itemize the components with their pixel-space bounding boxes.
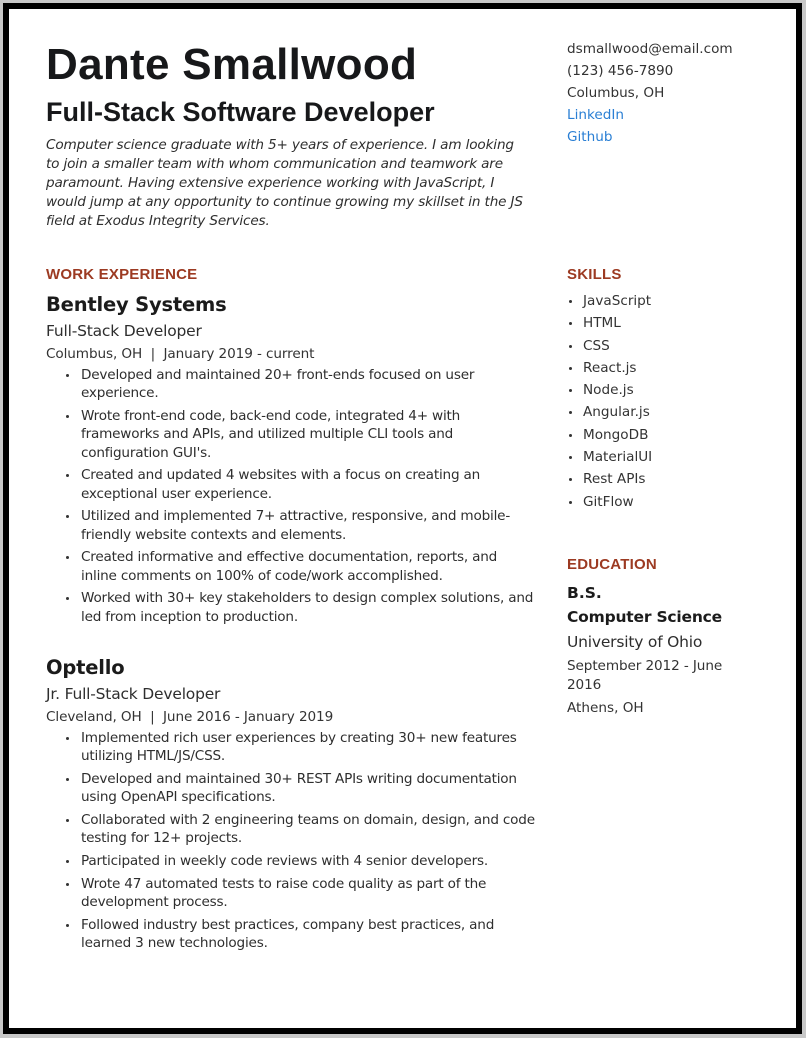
- job-bullets: Developed and maintained 20+ front-ends …: [46, 366, 536, 626]
- skill-item: Node.js: [567, 379, 652, 401]
- work-experience-heading: WORK EXPERIENCE: [46, 266, 198, 283]
- candidate-name: Dante Smallwood: [46, 40, 418, 89]
- contact-phone: (123) 456-7890: [567, 63, 674, 79]
- job-entry: Optello Jr. Full-Stack Developer Clevela…: [46, 654, 536, 957]
- job-bullet: Created informative and effective docume…: [46, 548, 536, 585]
- job-bullet: Developed and maintained 20+ front-ends …: [46, 366, 536, 403]
- degree: B.S.: [567, 584, 602, 602]
- education-dates: September 2012 - June 2016: [567, 658, 723, 693]
- job-bullet: Participated in weekly code reviews with…: [46, 852, 536, 870]
- summary: Computer science graduate with 5+ years …: [46, 137, 523, 229]
- skill-item: HTML: [567, 312, 652, 334]
- job-meta: Cleveland, OH | June 2016 - January 2019: [46, 706, 536, 728]
- job-role: Jr. Full-Stack Developer: [46, 685, 221, 703]
- job-bullet: Implemented rich user experiences by cre…: [46, 729, 536, 766]
- job-entry: Bentley Systems Full-Stack Developer Col…: [46, 291, 536, 630]
- job-bullet: Worked with 30+ key stakeholders to desi…: [46, 589, 536, 626]
- job-meta-text: Columbus, OH | January 2019 - current: [46, 346, 315, 362]
- skill-item: CSS: [567, 335, 652, 357]
- skill-item: GitFlow: [567, 491, 652, 513]
- job-meta-text: Cleveland, OH | June 2016 - January 2019: [46, 709, 334, 725]
- job-bullet: Followed industry best practices, compan…: [46, 916, 536, 953]
- job-bullet: Wrote front-end code, back-end code, int…: [46, 407, 536, 462]
- linkedin-link[interactable]: LinkedIn: [567, 104, 733, 126]
- skills-list: JavaScript HTML CSS React.js Node.js Ang…: [567, 290, 652, 513]
- job-bullet: Collaborated with 2 engineering teams on…: [46, 811, 536, 848]
- job-bullet: Wrote 47 automated tests to raise code q…: [46, 875, 536, 912]
- job-meta: Columbus, OH | January 2019 - current: [46, 343, 536, 365]
- company-name: Optello: [46, 656, 125, 679]
- job-bullets: Implemented rich user experiences by cre…: [46, 729, 536, 952]
- education-heading: EDUCATION: [567, 556, 657, 573]
- job-bullet: Created and updated 4 websites with a fo…: [46, 466, 536, 503]
- company-name: Bentley Systems: [46, 293, 227, 316]
- github-link[interactable]: Github: [567, 126, 733, 148]
- job-bullet: Developed and maintained 30+ REST APIs w…: [46, 770, 536, 807]
- skill-item: MaterialUI: [567, 446, 652, 468]
- contact-location: Columbus, OH: [567, 85, 665, 101]
- contact-info: dsmallwood@email.com (123) 456-7890 Colu…: [567, 38, 733, 148]
- school-name: University of Ohio: [567, 633, 703, 651]
- education-location: Athens, OH: [567, 700, 644, 716]
- skill-item: Angular.js: [567, 401, 652, 423]
- job-bullet: Utilized and implemented 7+ attractive, …: [46, 507, 536, 544]
- skill-item: Rest APIs: [567, 468, 652, 490]
- contact-email: dsmallwood@email.com: [567, 41, 733, 57]
- field-of-study: Computer Science: [567, 608, 722, 626]
- education-entry: B.S. Computer Science University of Ohio…: [567, 581, 757, 717]
- job-role: Full-Stack Developer: [46, 322, 202, 340]
- skill-item: JavaScript: [567, 290, 652, 312]
- skills-heading: SKILLS: [567, 266, 622, 283]
- resume-page: Dante Smallwood Full-Stack Software Deve…: [9, 9, 796, 1028]
- skill-item: MongoDB: [567, 424, 652, 446]
- skill-item: React.js: [567, 357, 652, 379]
- candidate-title: Full-Stack Software Developer: [46, 97, 435, 127]
